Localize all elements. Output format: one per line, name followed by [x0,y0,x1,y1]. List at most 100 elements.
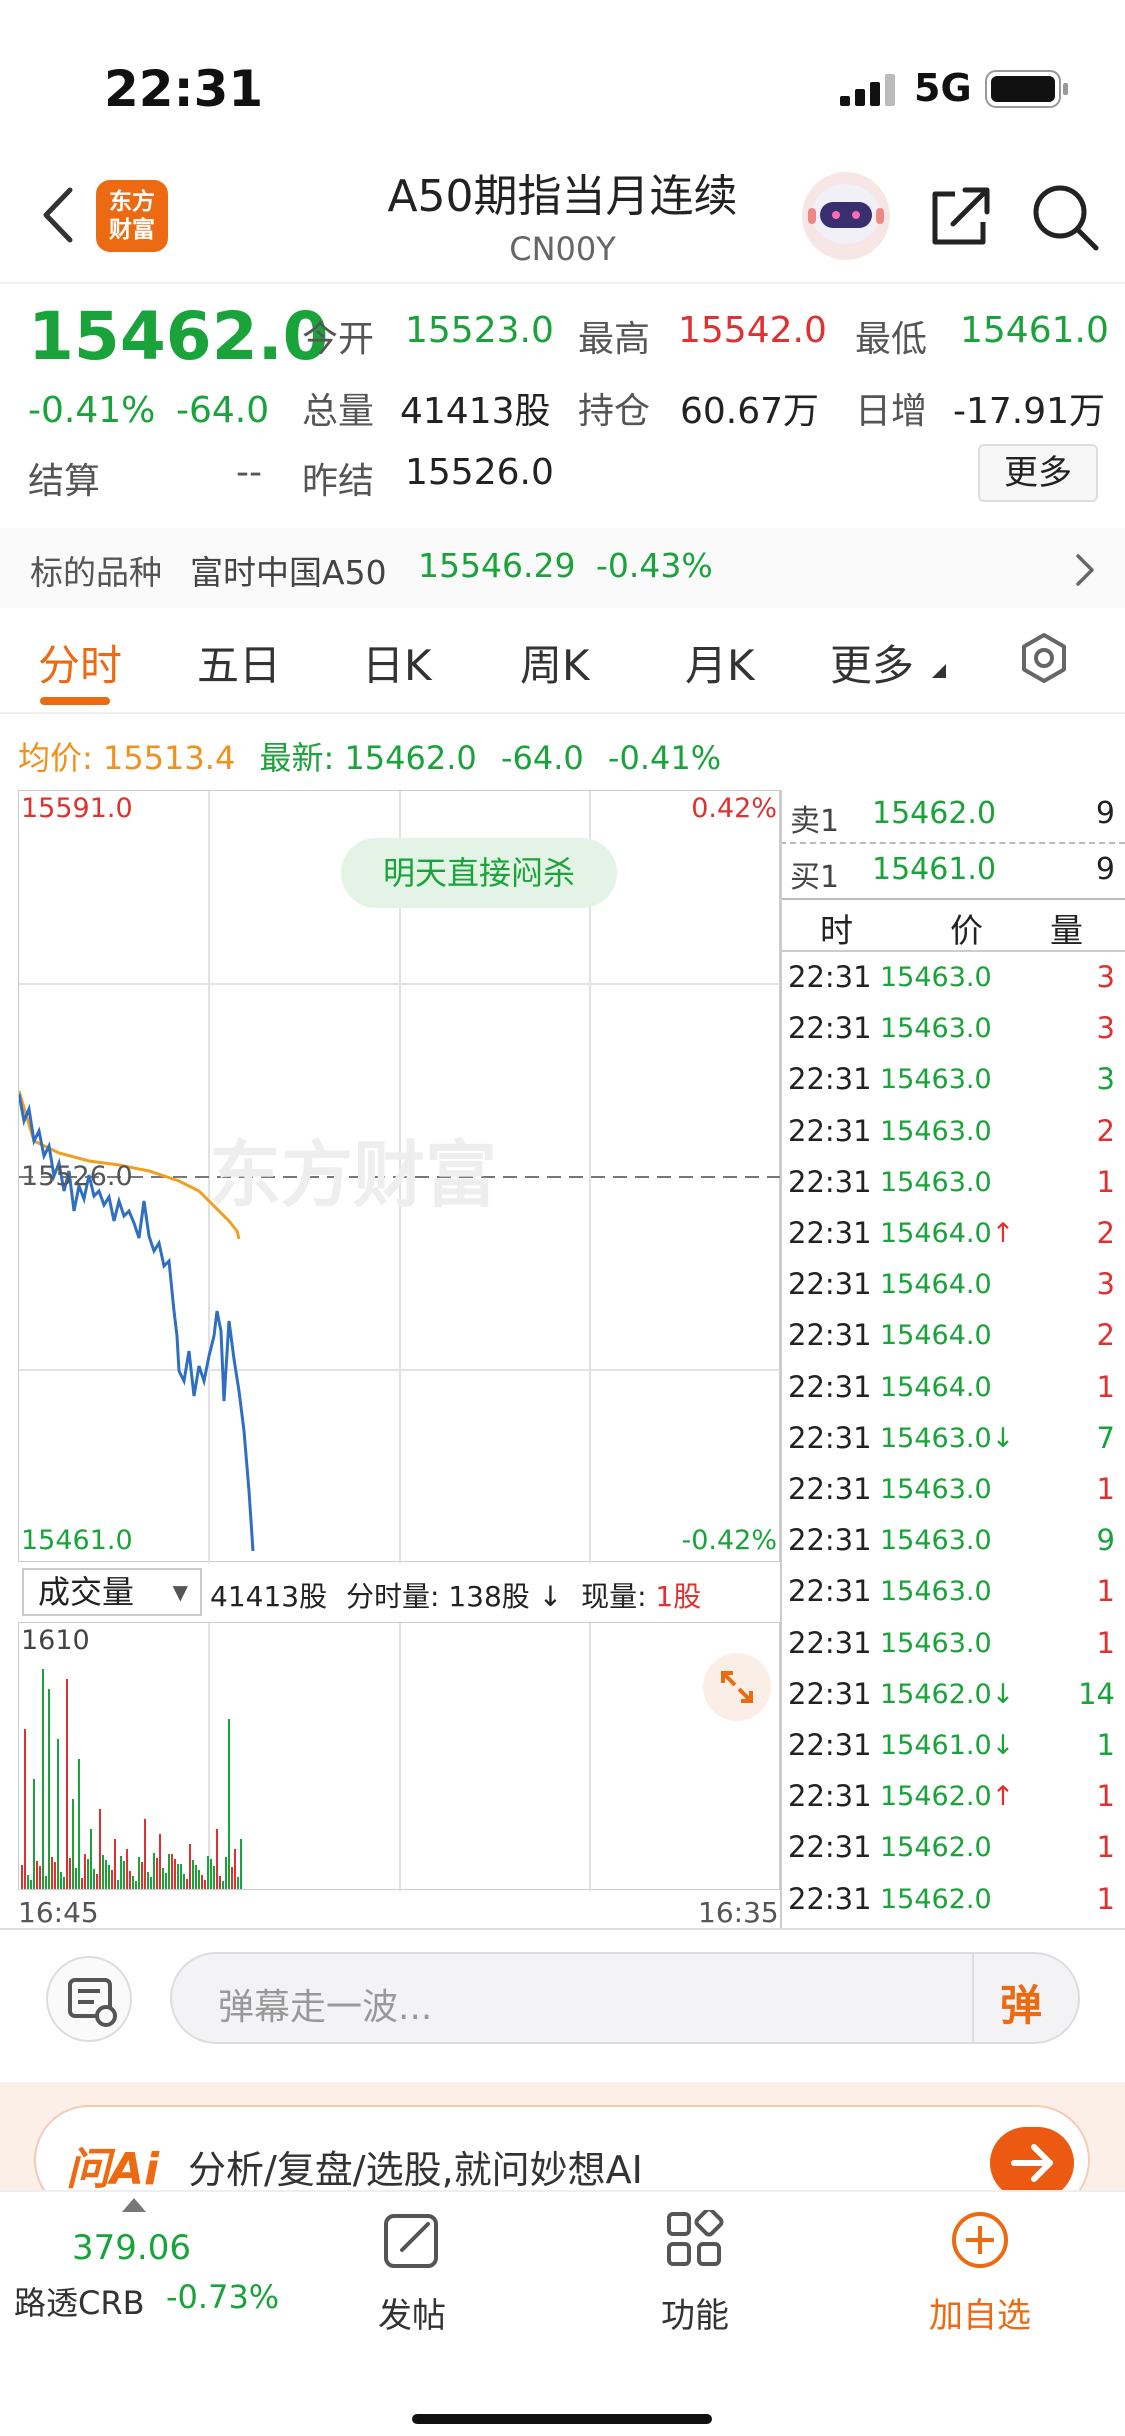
trade-time: 22:31 [788,1472,872,1506]
underlying-row[interactable]: 标的品种 富时中国A50 15546.29 -0.43% [0,528,1125,608]
trade-price: 15462.0 [880,1884,992,1915]
volume-bar [27,1875,29,1889]
volume-bar [90,1829,92,1889]
danmu-settings-button[interactable] [46,1956,132,2042]
functions-button[interactable]: 功能 [595,2202,795,2352]
volume-bar [201,1875,203,1889]
volume-bar [84,1854,86,1889]
search-icon[interactable] [1030,182,1100,252]
volume-bar [183,1874,185,1889]
trade-price: 15463.0↓ [880,1423,1014,1454]
avg-value: 15513.4 [102,739,236,777]
volume-bar [81,1878,83,1889]
trade-price: 15463.0 [880,1064,992,1095]
volume-bar [99,1809,101,1889]
axis-end-time: 16:35 [698,1896,779,1929]
last-change: -64.0 [500,739,584,777]
bottom-nav: 379.06 路透CRB -0.73% 发帖 功能 加自选 [0,2190,1125,2436]
tab-weekly-k[interactable]: 周K [520,632,590,693]
trade-price: 15463.0 [880,962,992,993]
logo-line-1: 东方 [109,189,155,215]
trade-price: 15463.0 [880,1474,992,1505]
signal-icon [840,74,895,106]
trade-price: 15463.0 [880,1576,992,1607]
tab-five-day[interactable]: 五日 [197,632,281,693]
trade-price-value: 15462.0 [880,1832,992,1864]
volume-bar [213,1866,215,1889]
volume-chart[interactable]: 1610 [18,1622,780,1891]
high-value: 15542.0 [678,310,827,351]
trade-price: 15461.0↓ [880,1730,1014,1761]
more-quote-button[interactable]: 更多 [978,444,1098,502]
trade-price: 15463.0 [880,1628,992,1659]
open-label: 今开 [302,319,375,360]
trade-price-value: 15464.0 [880,1371,992,1403]
trade-direction-arrow: ↑ [991,1218,1015,1249]
danmu-input[interactable]: 弹幕走一波... 弹 [170,1952,1080,2044]
volume-bar [147,1872,149,1889]
ai-robot-icon[interactable] [800,170,892,262]
volume-bar [225,1857,227,1889]
volume-bar [198,1870,200,1889]
volume-bar [240,1839,242,1889]
trade-volume: 3 [1096,960,1115,994]
tab-monthly-k[interactable]: 月K [685,632,755,693]
trade-price-value: 15464.0 [880,1218,992,1249]
trades-header-price: 价 [950,911,983,950]
trade-row: 22:31 15463.0 2 [780,1106,1125,1158]
trade-price-value: 15463.0 [880,1115,992,1147]
trade-price: 15463.0 [880,1525,992,1556]
volume-bar [96,1874,98,1889]
active-tab-indicator [40,697,110,705]
panel-separator [780,790,782,1930]
trade-time: 22:31 [788,1318,872,1353]
tab-intraday[interactable]: 分时 [38,632,122,693]
axis-bottom-price: 15461.0 [21,1525,133,1556]
last-price: 15462.0 [28,298,329,375]
trade-row: 22:31 15463.0 1 [780,1464,1125,1516]
danmu-bubble[interactable]: 明天直接闷杀 [341,838,617,908]
back-icon[interactable] [36,180,80,250]
ai-go-button[interactable] [990,2127,1074,2199]
volume-bar [168,1854,170,1889]
trade-time: 22:31 [788,1267,872,1302]
underlying-price: 15546.29 [418,546,576,585]
trade-volume: 2 [1096,1216,1115,1250]
trade-price-value: 15462.0 [880,1678,992,1710]
volume-bar [165,1873,167,1889]
volume-bar [150,1877,152,1889]
add-watchlist-button[interactable]: 加自选 [880,2202,1080,2352]
volume-bar [108,1865,110,1889]
trade-price: 15462.0↑ [880,1781,1014,1812]
volume-bar [75,1868,77,1889]
trade-row: 22:31 15463.0 1 [780,1618,1125,1670]
caret-down-icon: ▼ [172,1580,188,1604]
settings-gear-icon[interactable] [1018,632,1070,684]
network-label: 5G [914,66,972,110]
index-ticker[interactable]: 379.06 路透CRB -0.73% [0,2192,279,2352]
home-indicator [412,2414,712,2424]
volume-bar [51,1857,53,1889]
trade-price: 15462.0↓ [880,1679,1014,1710]
indicator-selector[interactable]: 成交量 ▼ [22,1568,202,1616]
low-value: 15461.0 [960,310,1109,351]
volume-bar [123,1861,125,1889]
tab-more[interactable]: 更多 [830,632,914,693]
intraday-chart[interactable]: 15591.0 0.42% 15526.0 15461.0 -0.42% 明天直… [18,790,781,1563]
expand-chart-button[interactable] [703,1653,771,1721]
share-icon[interactable] [925,182,995,252]
trade-volume: 1 [1096,1881,1115,1916]
post-button[interactable]: 发帖 [312,2202,512,2352]
trade-time: 22:31 [788,1728,872,1762]
indicator-selector-label: 成交量 [38,1573,135,1611]
trade-time: 22:31 [788,960,872,994]
tab-daily-k[interactable]: 日K [362,632,432,693]
daily-increase-value: -17.91万 [953,391,1106,432]
trade-volume: 9 [1096,1523,1115,1558]
trade-price-value: 15463.0 [880,1576,992,1608]
change-value: -64.0 [176,390,270,431]
settle-value: -- [236,452,262,493]
volume-bar [210,1859,212,1889]
danmu-send-button[interactable]: 弹 [1000,1972,1042,2033]
trade-row: 22:31 15464.0 1 [780,1362,1125,1414]
